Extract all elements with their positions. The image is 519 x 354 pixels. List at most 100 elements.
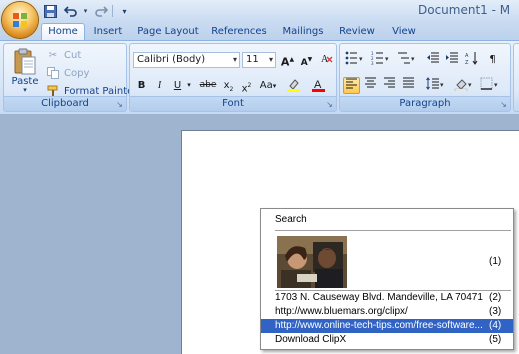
svg-text:A: A xyxy=(321,54,329,65)
styles-group-partial xyxy=(513,43,519,112)
shading-icon[interactable]: ▾ xyxy=(452,77,476,94)
font-group: Calibri (Body) ▾ 11 ▾ A▲ A▼ A B I U ▾ ab… xyxy=(129,43,337,112)
clear-formatting-icon[interactable]: A xyxy=(318,51,335,68)
shrink-font-icon: A xyxy=(300,58,308,68)
strikethrough-button[interactable]: abe xyxy=(198,77,218,94)
cut-label: Cut xyxy=(64,49,82,61)
undo-icon[interactable] xyxy=(62,3,79,19)
font-size-dropdown[interactable]: 11 ▾ xyxy=(242,52,276,68)
tab-references[interactable]: References xyxy=(210,24,268,40)
shrink-font-button[interactable]: A▼ xyxy=(298,51,315,68)
highlight-button[interactable] xyxy=(283,77,305,94)
grow-font-button[interactable]: A▲ xyxy=(279,51,296,69)
paste-dropdown-icon[interactable]: ▾ xyxy=(8,87,42,94)
sort-icon[interactable]: AZ xyxy=(463,51,480,68)
font-size-value: 11 xyxy=(246,54,259,65)
redo-icon[interactable] xyxy=(92,3,109,19)
paste-button[interactable]: Paste ▾ xyxy=(8,46,42,96)
numbering-icon[interactable]: 1 2 3 ▾ xyxy=(369,51,393,68)
align-left-icon[interactable] xyxy=(343,77,360,94)
tab-review[interactable]: Review xyxy=(338,24,376,40)
copy-icon xyxy=(46,66,60,80)
tab-page-layout[interactable]: Page Layout xyxy=(136,24,200,40)
chevron-down-icon: ▾ xyxy=(232,55,237,64)
clip-3-text: http://www.bluemars.org/clipx/ xyxy=(275,306,408,317)
svg-text:▾: ▾ xyxy=(440,81,444,89)
superscript-button[interactable]: x2 xyxy=(238,77,255,94)
change-case-button[interactable]: Aa▾ xyxy=(257,77,279,94)
quick-access-toolbar: ▾ ▾ xyxy=(42,2,133,20)
paragraph-launcher-icon[interactable]: ↘ xyxy=(499,100,508,109)
ribbon-tabs: Home Insert Page Layout References Maili… xyxy=(0,22,519,41)
menu-item-search[interactable]: Search xyxy=(261,213,513,227)
font-name-dropdown[interactable]: Calibri (Body) ▾ xyxy=(133,52,240,68)
paragraph-group-label: Paragraph xyxy=(340,96,510,111)
bullets-icon[interactable]: ▾ xyxy=(343,51,367,68)
clip-2-key: (2) xyxy=(489,292,502,303)
line-spacing-icon[interactable]: ▾ xyxy=(424,77,448,94)
svg-text:▾: ▾ xyxy=(494,81,498,89)
menu-item-clip-2[interactable]: 1703 N. Causeway Blvd. Mandeville, LA 70… xyxy=(261,291,513,305)
office-logo-icon xyxy=(13,13,27,27)
underline-dropdown-icon[interactable]: ▾ xyxy=(185,77,193,94)
clipboard-group: Paste ▾ ✂ Cut Copy Format Painter Clipbo… xyxy=(3,43,137,112)
cut-button[interactable]: ✂ Cut xyxy=(46,47,81,63)
show-formatting-icon[interactable]: ¶ xyxy=(484,51,501,68)
menu-item-clip-3[interactable]: http://www.bluemars.org/clipx/ (3) xyxy=(261,305,513,319)
search-label: Search xyxy=(275,214,307,225)
increase-indent-icon[interactable] xyxy=(443,51,460,68)
bold-button[interactable]: B xyxy=(133,77,150,94)
copy-button[interactable]: Copy xyxy=(46,65,89,81)
paragraph-group: ▾ 1 2 3 ▾ ▾ AZ ¶ ▾ ▾ ▾ Paragraph ↘ xyxy=(339,43,511,112)
justify-icon[interactable] xyxy=(400,77,417,94)
clip-4-text: http://www.online-tech-tips.com/free-sof… xyxy=(275,320,483,331)
scissors-icon: ✂ xyxy=(48,49,58,61)
tab-home[interactable]: Home xyxy=(41,23,85,41)
menu-item-image-key: (1) xyxy=(489,256,502,267)
customize-arrow-icon[interactable]: ▾ xyxy=(116,3,133,19)
font-launcher-icon[interactable]: ↘ xyxy=(325,100,334,109)
paste-clipboard-icon xyxy=(13,48,37,76)
borders-icon[interactable]: ▾ xyxy=(478,77,502,94)
multilevel-list-icon[interactable]: ▾ xyxy=(395,51,419,68)
font-name-value: Calibri (Body) xyxy=(137,54,206,65)
office-button[interactable] xyxy=(2,2,38,38)
underline-button[interactable]: U xyxy=(169,77,186,94)
align-right-icon[interactable] xyxy=(381,77,398,94)
qat-divider xyxy=(112,5,113,17)
clipboard-launcher-icon[interactable]: ↘ xyxy=(115,100,124,109)
tab-insert[interactable]: Insert xyxy=(88,24,128,40)
tab-view[interactable]: View xyxy=(388,24,420,40)
save-icon[interactable] xyxy=(42,3,59,19)
menu-item-clip-4[interactable]: http://www.online-tech-tips.com/free-sof… xyxy=(261,319,513,333)
ribbon: Paste ▾ ✂ Cut Copy Format Painter Clipbo… xyxy=(0,40,519,115)
format-painter-label: Format Painter xyxy=(64,85,138,97)
menu-item-clip-5[interactable]: Download ClipX (5) xyxy=(261,333,513,347)
clip-3-key: (3) xyxy=(489,306,502,317)
clip-2-text: 1703 N. Causeway Blvd. Mandeville, LA 70… xyxy=(275,292,483,303)
clip-5-text: Download ClipX xyxy=(275,334,347,345)
clipboard-group-label: Clipboard xyxy=(4,96,126,111)
italic-button[interactable]: I xyxy=(151,77,168,94)
svg-text:3: 3 xyxy=(371,61,374,65)
decrease-indent-icon[interactable] xyxy=(424,51,441,68)
clip-image-thumbnail xyxy=(277,236,347,288)
undo-dropdown-icon[interactable]: ▾ xyxy=(82,3,89,19)
svg-text:▾: ▾ xyxy=(385,55,389,63)
svg-text:▾: ▾ xyxy=(468,81,472,89)
svg-text:A: A xyxy=(465,53,469,59)
font-color-button[interactable]: A xyxy=(308,77,330,94)
align-center-icon[interactable] xyxy=(362,77,379,94)
clipx-popup-menu: Search (1) 1703 N. Causeway Blvd. Mandev… xyxy=(260,208,514,350)
font-group-label: Font xyxy=(130,96,336,111)
clip-5-key: (5) xyxy=(489,334,502,345)
change-case-label: Aa xyxy=(259,80,273,91)
chevron-down-icon: ▾ xyxy=(268,55,273,64)
tab-mailings[interactable]: Mailings xyxy=(279,24,327,40)
menu-divider xyxy=(275,230,511,231)
subscript-button[interactable]: x2 xyxy=(220,77,237,94)
title-bar: ▾ ▾ Document1 - M xyxy=(0,0,519,38)
svg-text:▾: ▾ xyxy=(359,55,363,63)
window-title: Document1 - M xyxy=(418,3,511,17)
clip-4-key: (4) xyxy=(489,320,502,331)
